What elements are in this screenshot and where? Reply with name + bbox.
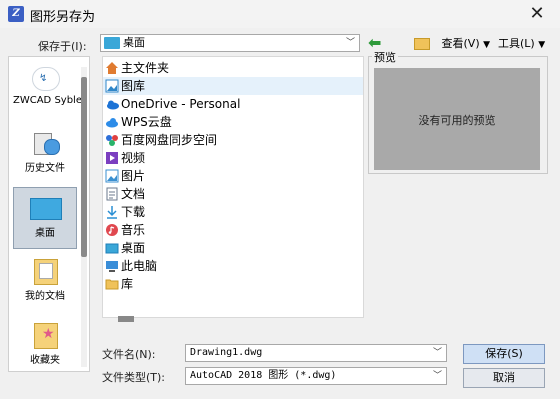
- list-item[interactable]: 下载: [103, 203, 363, 221]
- title-bar: Z 图形另存为 ✕: [0, 0, 560, 28]
- filename-label: 文件名(N):: [102, 348, 156, 361]
- chevron-down-icon[interactable]: ﹀: [433, 368, 442, 384]
- tools-menu-button[interactable]: 工具(L) ▼: [498, 35, 545, 51]
- list-item[interactable]: 视频: [103, 149, 363, 167]
- filename-input[interactable]: Drawing1.dwg ﹀: [185, 344, 447, 362]
- computer-icon: [105, 259, 119, 273]
- baidu-icon: [105, 133, 119, 147]
- place-my-documents[interactable]: 我的文档: [13, 251, 77, 313]
- save-button[interactable]: 保存(S): [463, 344, 545, 364]
- favorites-icon: ★: [30, 321, 60, 349]
- location-dropdown[interactable]: 桌面 ﹀: [100, 34, 360, 52]
- list-item[interactable]: 图库: [103, 77, 363, 95]
- list-item[interactable]: 此电脑: [103, 257, 363, 275]
- preview-empty-text: 没有可用的预览: [418, 114, 496, 127]
- places-bar: ↯ ZWCAD Syble 历史文件 桌面 我的文档 ★ 收藏夹: [8, 56, 90, 372]
- list-item[interactable]: 主文件夹: [103, 59, 363, 77]
- window-title: 图形另存为: [30, 10, 96, 25]
- download-icon: [105, 205, 119, 219]
- scrollbar-thumb[interactable]: [81, 77, 87, 257]
- video-icon: [105, 151, 119, 165]
- documents-icon: [30, 257, 60, 285]
- music-icon: [105, 223, 119, 237]
- desktop-icon: [30, 194, 62, 220]
- list-item[interactable]: 音乐: [103, 221, 363, 239]
- horizontal-scrollbar-thumb[interactable]: [118, 316, 134, 322]
- desktop-folder-icon: [104, 37, 120, 49]
- preview-legend: 预览: [372, 49, 398, 65]
- list-item[interactable]: 库: [103, 275, 363, 293]
- cloud-icon: ↯: [30, 65, 60, 91]
- doc-icon: [105, 187, 119, 201]
- close-icon[interactable]: ✕: [526, 3, 548, 25]
- list-item[interactable]: WPS云盘: [103, 113, 363, 131]
- list-item[interactable]: 百度网盘同步空间: [103, 131, 363, 149]
- onedrive-icon: [105, 97, 119, 111]
- filetype-label: 文件类型(T):: [102, 371, 166, 384]
- history-icon: [30, 129, 60, 155]
- app-icon: Z: [8, 6, 24, 22]
- pictures-icon: [105, 169, 119, 183]
- wps-cloud-icon: [105, 115, 119, 129]
- file-list[interactable]: 主文件夹 图库 OneDrive - Personal WPS云盘 百度网盘同步…: [102, 56, 364, 318]
- gallery-icon: [105, 79, 119, 93]
- home-icon: [105, 61, 119, 75]
- chevron-down-icon[interactable]: ﹀: [433, 345, 442, 361]
- cancel-button[interactable]: 取消: [463, 368, 545, 388]
- chevron-down-icon: ﹀: [345, 38, 355, 48]
- list-item[interactable]: 文档: [103, 185, 363, 203]
- folder-icon: [105, 277, 119, 291]
- filetype-select[interactable]: AutoCAD 2018 图形 (*.dwg) ﹀: [185, 367, 447, 385]
- caret-down-icon: ▼: [483, 40, 491, 50]
- place-history[interactable]: 历史文件: [13, 123, 77, 185]
- preview-box: 没有可用的预览: [374, 68, 540, 170]
- view-menu-button[interactable]: 查看(V) ▼: [414, 35, 490, 51]
- list-item[interactable]: 图片: [103, 167, 363, 185]
- save-in-label: 保存于(I):: [38, 40, 87, 53]
- place-zwcad-syble[interactable]: ↯ ZWCAD Syble: [13, 59, 82, 121]
- places-scrollbar[interactable]: [81, 67, 87, 367]
- place-desktop[interactable]: 桌面: [13, 187, 77, 249]
- back-arrow-icon[interactable]: ⬅: [368, 35, 386, 51]
- desktop-icon: [105, 241, 119, 255]
- place-favorites[interactable]: ★ 收藏夹: [13, 315, 77, 377]
- list-item[interactable]: OneDrive - Personal: [103, 95, 363, 113]
- caret-down-icon: ▼: [538, 40, 546, 50]
- list-item[interactable]: 桌面: [103, 239, 363, 257]
- folder-icon: [414, 38, 430, 50]
- save-as-dialog: 保存于(I): 桌面 ﹀ ⬅ 查看(V) ▼ 工具(L) ▼ ↯ ZWCAD S…: [0, 28, 560, 399]
